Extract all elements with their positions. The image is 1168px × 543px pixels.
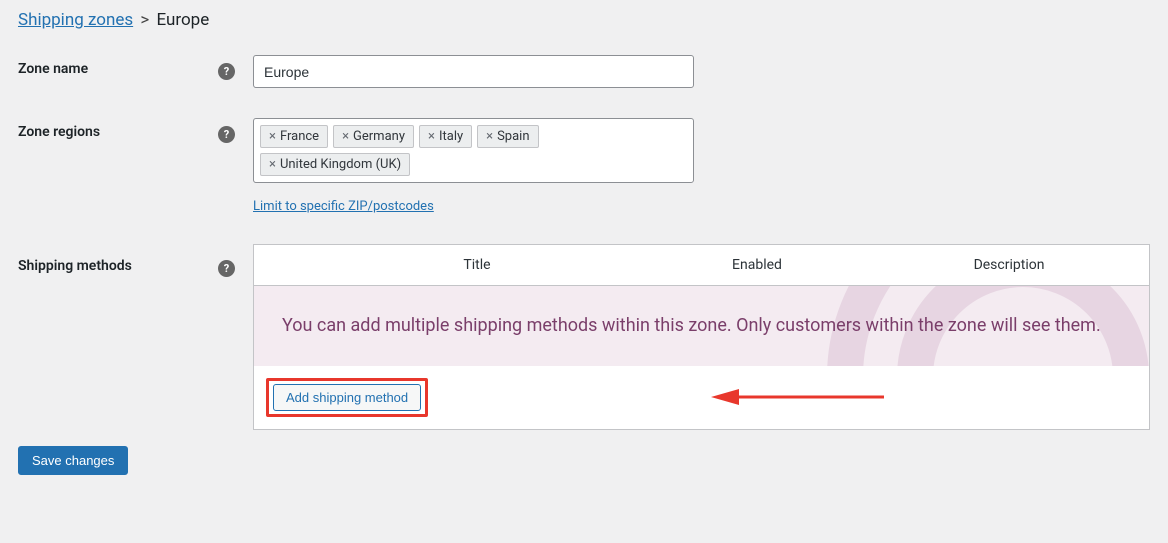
zone-regions-label: Zone regions xyxy=(18,118,218,140)
zone-name-label: Zone name xyxy=(18,55,218,77)
save-changes-button[interactable]: Save changes xyxy=(18,446,128,475)
region-tag-label: Spain xyxy=(497,129,529,144)
limit-postcodes-link[interactable]: Limit to specific ZIP/postcodes xyxy=(253,199,434,214)
region-tag-label: Germany xyxy=(353,129,405,144)
column-title: Title xyxy=(309,257,645,273)
breadcrumb: Shipping zones > Europe xyxy=(18,10,1150,30)
annotation-arrow-icon xyxy=(709,387,889,407)
remove-tag-icon[interactable]: × xyxy=(342,129,349,144)
empty-state-message: You can add multiple shipping methods wi… xyxy=(254,286,1149,366)
region-tag: × Germany xyxy=(333,125,414,148)
breadcrumb-current: Europe xyxy=(156,10,209,30)
region-tag: × France xyxy=(260,125,328,148)
region-tag-label: France xyxy=(280,129,319,144)
zone-regions-input[interactable]: × France × Germany × Italy × Spain × United K… xyxy=(253,118,694,183)
remove-tag-icon[interactable]: × xyxy=(428,129,435,144)
region-tag-label: Italy xyxy=(439,129,463,144)
region-tag: × Spain xyxy=(477,125,538,148)
region-tag: × United Kingdom (UK) xyxy=(260,153,410,176)
shipping-methods-label: Shipping methods xyxy=(18,244,218,274)
breadcrumb-separator: > xyxy=(140,10,149,30)
help-icon[interactable]: ? xyxy=(218,260,235,277)
remove-tag-icon[interactable]: × xyxy=(486,129,493,144)
column-description: Description xyxy=(869,257,1149,273)
zone-name-input[interactable] xyxy=(253,55,694,88)
table-footer: Add shipping method xyxy=(254,366,1149,429)
add-shipping-method-button[interactable]: Add shipping method xyxy=(273,384,421,411)
help-icon[interactable]: ? xyxy=(218,126,235,143)
remove-tag-icon[interactable]: × xyxy=(269,129,276,144)
help-icon[interactable]: ? xyxy=(218,63,235,80)
column-enabled: Enabled xyxy=(645,257,869,273)
breadcrumb-parent-link[interactable]: Shipping zones xyxy=(18,10,133,30)
annotation-highlight: Add shipping method xyxy=(266,378,428,417)
region-tag: × Italy xyxy=(419,125,472,148)
table-header-row: Title Enabled Description xyxy=(254,245,1149,286)
shipping-methods-table: Title Enabled Description You can add mu… xyxy=(253,244,1150,430)
region-tag-label: United Kingdom (UK) xyxy=(280,157,401,172)
remove-tag-icon[interactable]: × xyxy=(269,157,276,172)
